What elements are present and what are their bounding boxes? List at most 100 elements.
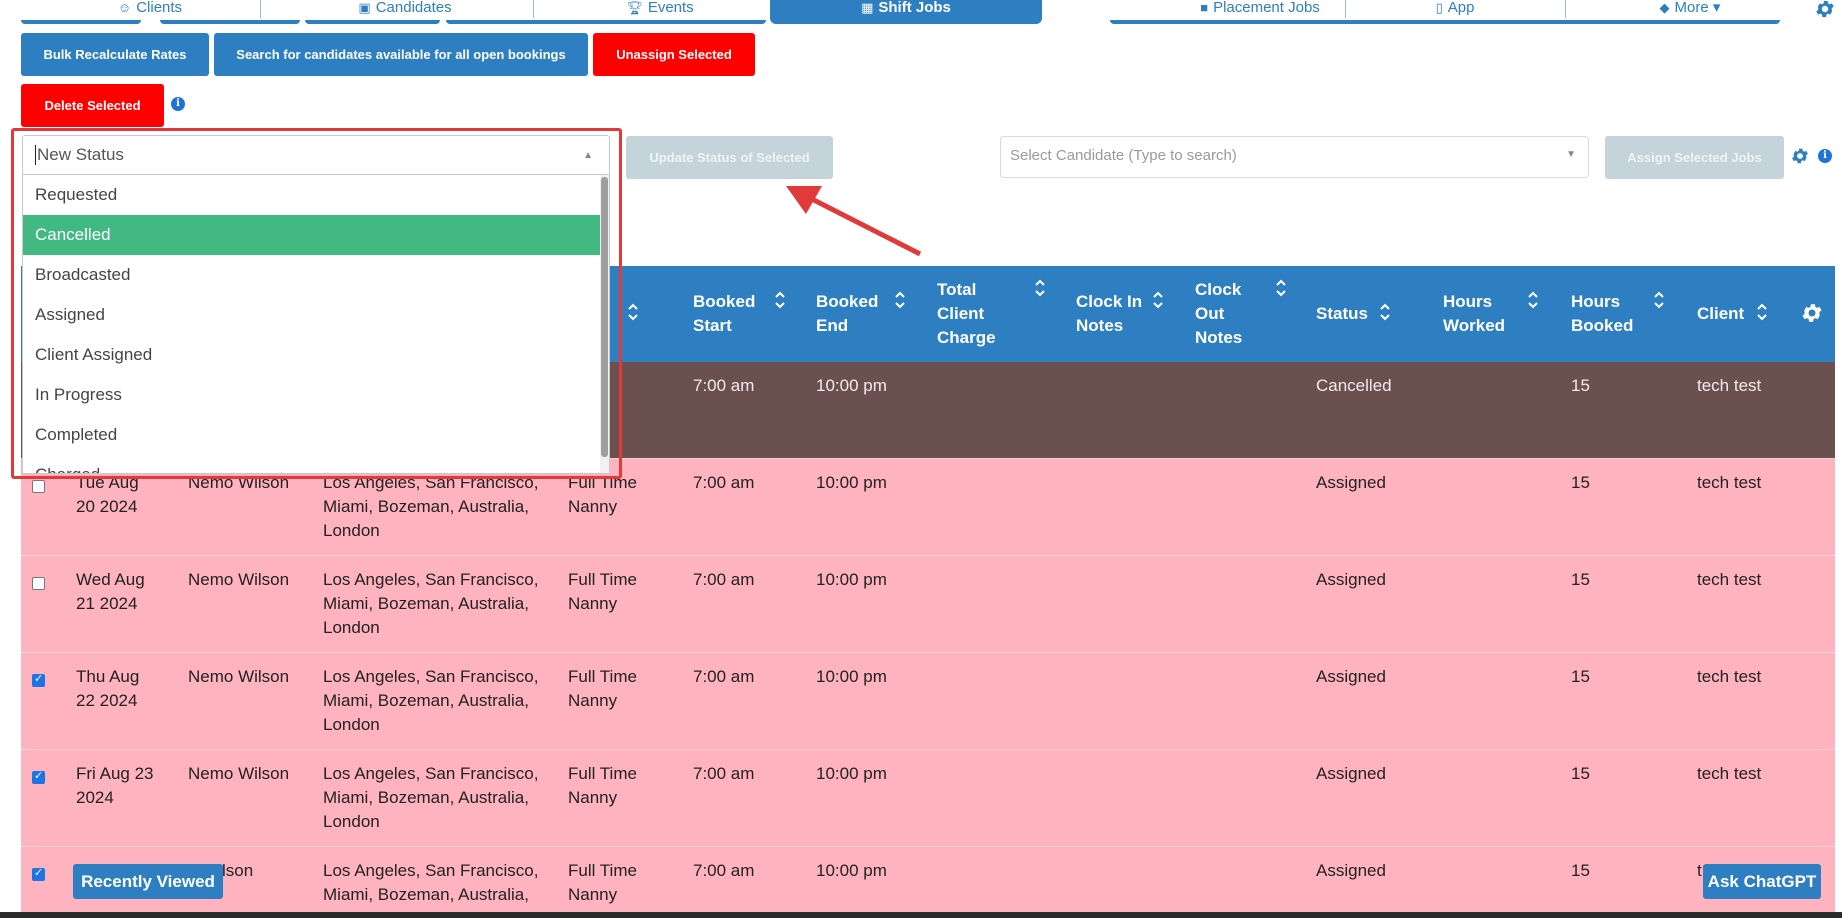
row-status: Assigned — [1316, 861, 1386, 880]
row-status: Assigned — [1316, 570, 1386, 589]
trophy-icon: 🏆︎ — [626, 0, 643, 15]
row-client: tech test — [1697, 764, 1762, 783]
nav-divider — [1345, 0, 1346, 18]
smile-icon: ☺ — [117, 0, 132, 15]
row-booked-end: 10:00 pm — [816, 376, 887, 395]
tab-placement-jobs[interactable]: ■ Placement Jobs — [1110, 0, 1410, 24]
row-booked-end: 10:00 pm — [816, 861, 887, 880]
col-clock-in-notes[interactable]: Clock In Notes — [1076, 290, 1146, 338]
row-booked-start: 7:00 am — [693, 764, 755, 783]
row-locations: Los Angeles, San Francisco, Miami, Bozem… — [323, 667, 539, 734]
column-settings-gear-icon[interactable] — [1800, 301, 1824, 325]
tag-icon: ◆ — [1659, 0, 1670, 15]
row-booked-end: 10:00 pm — [816, 764, 887, 783]
row-role: Full Time Nanny — [568, 570, 637, 613]
row-locations: Los Angeles, San Francisco, Miami, Bozem… — [323, 861, 539, 904]
unassign-selected-button[interactable]: Unassign Selected — [593, 33, 755, 76]
col-clock-out-notes[interactable]: Clock Out Notes — [1195, 278, 1250, 350]
row-candidate: Nemo Wilson — [188, 667, 290, 686]
calendar-icon: ▦ — [861, 0, 874, 15]
annotation-arrow — [786, 186, 922, 257]
row-client: tech test — [1697, 667, 1762, 686]
row-booked-start: 7:00 am — [693, 861, 755, 880]
tab-events[interactable]: 🏆︎ Events — [560, 0, 760, 24]
bulk-recalculate-button[interactable]: Bulk Recalculate Rates — [21, 33, 209, 76]
row-hours-booked: 15 — [1571, 667, 1590, 686]
candidate-select[interactable]: Select Candidate (Type to search) ▼ — [1000, 136, 1589, 178]
row-client: t — [1697, 861, 1702, 880]
assign-selected-button[interactable]: Assign Selected Jobs — [1605, 136, 1784, 179]
tab-more[interactable]: ◆ More ▾ — [1600, 0, 1780, 24]
sort-icon[interactable] — [1379, 302, 1391, 322]
row-locations: Los Angeles, San Francisco, Miami, Bozem… — [323, 570, 539, 637]
annotation-highlight-box — [11, 128, 622, 479]
delete-selected-button[interactable]: Delete Selected — [21, 84, 164, 127]
info-icon[interactable]: i — [1818, 149, 1832, 163]
sort-icon[interactable] — [1275, 278, 1287, 298]
table-row[interactable]: o WilsonLos Angeles, San Francisco, Miam… — [21, 847, 1835, 918]
row-client: tech test — [1697, 473, 1762, 492]
settings-gear-icon[interactable] — [1790, 146, 1810, 166]
col-total-client-charge[interactable]: Total Client Charge — [937, 278, 1007, 350]
row-booked-end: 10:00 pm — [816, 473, 887, 492]
col-status[interactable]: Status — [1316, 302, 1368, 326]
sort-icon[interactable] — [1527, 290, 1539, 310]
sort-icon[interactable] — [774, 290, 786, 310]
caret-down-icon: ▾ — [1708, 0, 1721, 16]
sort-icon[interactable] — [1034, 278, 1046, 298]
caret-down-icon: ▼ — [1566, 149, 1576, 160]
tab-shift-jobs[interactable]: ▦ Shift Jobs — [770, 0, 1042, 24]
row-hours-booked: 15 — [1571, 764, 1590, 783]
row-checkbox[interactable] — [32, 577, 45, 590]
row-role: Full Time Nanny — [568, 764, 637, 807]
sort-icon[interactable] — [1152, 290, 1164, 310]
col-hours-worked[interactable]: Hours Worked — [1443, 290, 1513, 338]
row-candidate: Nemo Wilson — [188, 764, 290, 783]
phone-icon: ▯ — [1435, 0, 1443, 15]
col-client[interactable]: Client — [1697, 302, 1744, 326]
table-row[interactable]: Thu Aug 22 2024 Nemo Wilson Los Angeles, S… — [21, 653, 1835, 750]
update-status-button[interactable]: Update Status of Selected — [626, 136, 833, 179]
col-booked-end[interactable]: Booked End — [816, 290, 886, 338]
row-date: Wed Aug 21 2024 — [76, 570, 145, 613]
row-hours-booked: 15 — [1571, 473, 1590, 492]
col-booked-start[interactable]: Booked Start — [693, 290, 768, 338]
nav-divider — [533, 0, 534, 18]
ask-chatgpt-button[interactable]: Ask ChatGPT — [1703, 864, 1821, 899]
row-checkbox[interactable] — [32, 769, 45, 784]
row-client: tech test — [1697, 570, 1762, 589]
col-hours-booked[interactable]: Hours Booked — [1571, 290, 1641, 338]
row-booked-start: 7:00 am — [693, 667, 755, 686]
taskbar-strip — [0, 912, 1842, 918]
nav-tab-underline-1 — [160, 0, 300, 24]
row-candidate: Nemo Wilson — [188, 570, 290, 589]
row-hours-booked: 15 — [1571, 376, 1590, 395]
row-checkbox[interactable] — [32, 866, 45, 881]
row-hours-booked: 15 — [1571, 861, 1590, 880]
info-icon[interactable]: i — [171, 97, 185, 111]
recently-viewed-button[interactable]: Recently Viewed — [73, 864, 223, 899]
tab-app[interactable]: ▯ App — [1390, 0, 1520, 24]
row-booked-start: 7:00 am — [693, 376, 755, 395]
top-nav: ☺ Clients ▣ Candidates 🏆︎ Events ▦ Shift Job… — [0, 0, 1842, 24]
sort-icon[interactable] — [1756, 302, 1768, 322]
sort-icon[interactable] — [894, 290, 906, 310]
row-locations: Los Angeles, San Francisco, Miami, Bozem… — [323, 473, 539, 540]
id-card-icon: ▣ — [358, 0, 371, 15]
row-booked-end: 10:00 pm — [816, 570, 887, 589]
settings-gear-icon[interactable] — [1814, 0, 1836, 20]
nav-divider — [1565, 0, 1566, 18]
row-checkbox[interactable] — [32, 480, 45, 493]
row-status: Cancelled — [1316, 376, 1392, 395]
sort-icon[interactable] — [1653, 290, 1665, 310]
row-checkbox[interactable] — [32, 672, 45, 687]
briefcase-icon: ■ — [1200, 0, 1209, 15]
row-locations: Los Angeles, San Francisco, Miami, Bozem… — [323, 764, 539, 831]
row-role: Full Time Nanny — [568, 861, 637, 904]
search-candidates-button[interactable]: Search for candidates available for all … — [214, 33, 588, 76]
row-role: Full Time Nanny — [568, 667, 637, 710]
row-status: Assigned — [1316, 473, 1386, 492]
table-row[interactable]: Wed Aug 21 2024 Nemo Wilson Los Angeles, S… — [21, 556, 1835, 653]
sort-icon[interactable] — [627, 302, 639, 322]
table-row[interactable]: Fri Aug 23 2024 Nemo Wilson Los Angeles, S… — [21, 750, 1835, 847]
